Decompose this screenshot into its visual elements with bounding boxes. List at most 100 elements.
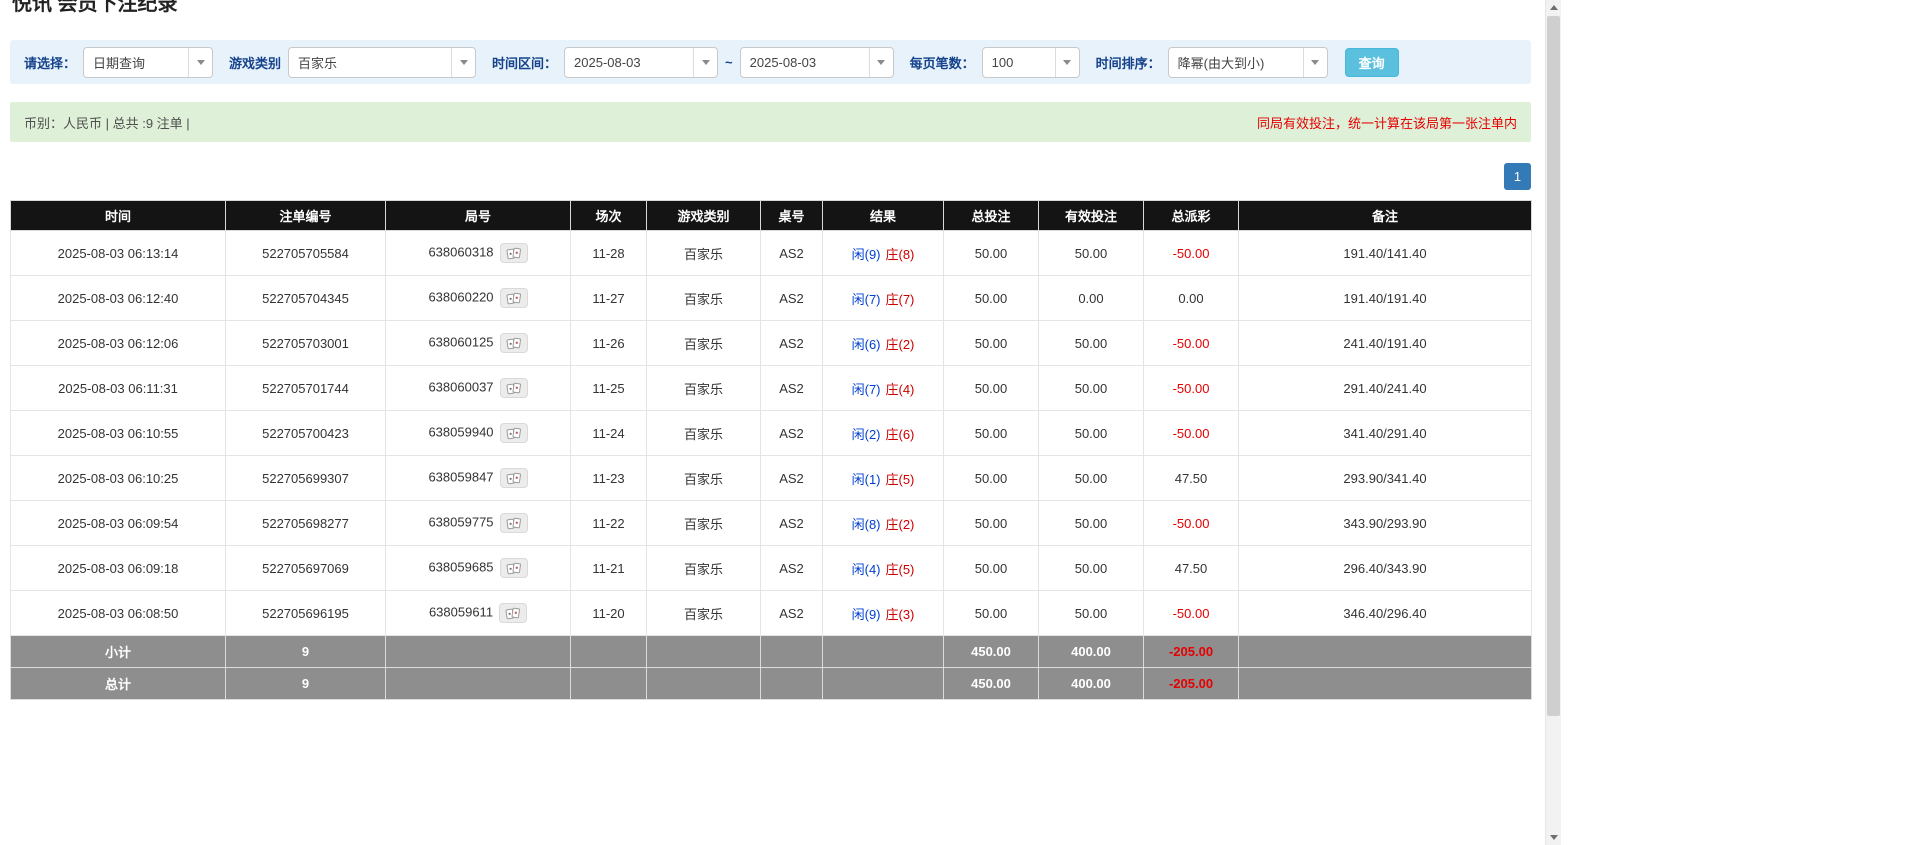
cards-icon <box>506 562 521 575</box>
cell-bet-id: 522705696195 <box>225 590 386 636</box>
date-from-select[interactable]: 2025-08-03 <box>564 46 719 78</box>
view-cards-button[interactable] <box>499 243 528 263</box>
page-size-label: 每页笔数： <box>909 55 975 71</box>
cell-result: 闲(1) 庄(5) <box>822 455 944 501</box>
game-type-value: 百家乐 <box>298 55 338 71</box>
cell-total-bet[interactable]: 50.00 <box>943 590 1039 636</box>
view-cards-button[interactable] <box>499 513 528 533</box>
result-player: 闲(9) <box>851 246 881 262</box>
cell-valid-bet: 50.00 <box>1038 410 1144 456</box>
scroll-up-button[interactable] <box>1546 0 1561 15</box>
view-cards-button[interactable] <box>499 603 528 623</box>
table-row: 2025-08-03 06:13:14 522705705584 6380603… <box>10 230 1532 276</box>
cell-total-bet[interactable]: 50.00 <box>943 365 1039 411</box>
round-id: 638060037 <box>428 379 494 395</box>
chevron-down-icon <box>451 47 475 77</box>
view-cards-button[interactable] <box>499 333 528 353</box>
cell-total-bet[interactable]: 50.00 <box>943 500 1039 546</box>
summary-bar: 币别：人民币 | 总共 :9 注单 | 同局有效投注，统一计算在该局第一张注单内 <box>10 102 1531 142</box>
view-cards-button[interactable] <box>499 468 528 488</box>
sort-order-select[interactable]: 降幂(由大到小) <box>1167 46 1328 78</box>
cards-icon <box>506 292 521 305</box>
cell-result: 闲(7) 庄(7) <box>822 275 944 321</box>
round-id: 638060125 <box>428 334 494 350</box>
cell-valid-bet: 0.00 <box>1038 275 1144 321</box>
cell-valid-bet: 50.00 <box>1038 365 1144 411</box>
query-type-select[interactable]: 日期查询 <box>83 46 214 78</box>
cell-total-bet[interactable]: 50.00 <box>943 410 1039 456</box>
cell-result: 闲(9) 庄(3) <box>822 590 944 636</box>
page-container: 悦讯 会员下注纪录 请选择： 日期查询 游戏类别 百家乐 时间区间： 2025-… <box>10 0 1532 700</box>
table-row: 2025-08-03 06:10:25 522705699307 6380598… <box>10 455 1532 501</box>
cell-game-type: 百家乐 <box>646 275 761 321</box>
table-row: 2025-08-03 06:09:54 522705698277 6380597… <box>10 500 1532 546</box>
subtotal-label: 小计 <box>10 635 226 668</box>
table-row: 2025-08-03 06:08:50 522705696195 6380596… <box>10 590 1532 636</box>
view-cards-button[interactable] <box>499 423 528 443</box>
cell-bet-id: 522705700423 <box>225 410 386 456</box>
result-banker: 庄(5) <box>885 471 915 487</box>
column-header: 注单编号 <box>225 200 386 231</box>
total-payout: -205.00 <box>1143 667 1239 700</box>
cell-game-type: 百家乐 <box>646 455 761 501</box>
table-header-row: 时间 注单编号 局号 场次 游戏类别 桌号 结果 总投注 有效投注 总派彩 备注 <box>10 200 1532 231</box>
column-header: 有效投注 <box>1038 200 1144 231</box>
cell-payout: -50.00 <box>1143 230 1239 276</box>
cell-total-bet[interactable]: 50.00 <box>943 455 1039 501</box>
column-header: 场次 <box>570 200 647 231</box>
round-id: 638060318 <box>428 244 494 260</box>
table-row: 2025-08-03 06:12:40 522705704345 6380602… <box>10 275 1532 321</box>
cell-total-bet[interactable]: 50.00 <box>943 230 1039 276</box>
cell-remark: 346.40/296.40 <box>1238 590 1532 636</box>
cell-payout: -50.00 <box>1143 320 1239 366</box>
view-cards-button[interactable] <box>499 288 528 308</box>
date-to-select[interactable]: 2025-08-03 <box>739 46 894 78</box>
cell-bet-id: 522705703001 <box>225 320 386 366</box>
result-player: 闲(2) <box>851 426 881 442</box>
cell-total-bet[interactable]: 50.00 <box>943 545 1039 591</box>
cell-valid-bet: 50.00 <box>1038 230 1144 276</box>
cell-total-bet[interactable]: 50.00 <box>943 320 1039 366</box>
cell-valid-bet: 50.00 <box>1038 500 1144 546</box>
view-cards-button[interactable] <box>499 378 528 398</box>
total-valid-bet: 400.00 <box>1038 667 1144 700</box>
cell-valid-bet: 50.00 <box>1038 455 1144 501</box>
cell-total-bet[interactable]: 50.00 <box>943 275 1039 321</box>
column-header: 桌号 <box>760 200 823 231</box>
cell-result: 闲(6) 庄(2) <box>822 320 944 366</box>
cell-table-id: AS2 <box>760 455 823 501</box>
scrollbar-thumb[interactable] <box>1547 16 1560 716</box>
column-header: 结果 <box>822 200 944 231</box>
cards-icon <box>506 337 521 350</box>
cards-icon <box>506 517 521 530</box>
search-button[interactable]: 查询 <box>1344 47 1399 77</box>
cell-game-type: 百家乐 <box>646 365 761 411</box>
total-count: 9 <box>225 667 386 700</box>
cell-game-type: 百家乐 <box>646 230 761 276</box>
cell-table-id: AS2 <box>760 410 823 456</box>
scroll-down-button[interactable] <box>1546 830 1561 845</box>
cell-payout: -50.00 <box>1143 590 1239 636</box>
view-cards-button[interactable] <box>499 558 528 578</box>
pagination: 1 <box>10 163 1531 190</box>
result-player: 闲(4) <box>851 561 881 577</box>
game-type-select[interactable]: 百家乐 <box>288 46 477 78</box>
page-size-select[interactable]: 100 <box>981 46 1080 78</box>
chevron-down-icon <box>1054 47 1079 77</box>
records-table: 时间 注单编号 局号 场次 游戏类别 桌号 结果 总投注 有效投注 总派彩 备注 2025-08-0… <box>10 200 1532 700</box>
cell-time: 2025-08-03 06:09:54 <box>10 500 226 546</box>
cell-payout: 0.00 <box>1143 275 1239 321</box>
cell-table-id: AS2 <box>760 500 823 546</box>
query-type-value: 日期查询 <box>93 55 146 71</box>
page-button-1[interactable]: 1 <box>1504 163 1531 190</box>
chevron-down-icon <box>1302 47 1327 77</box>
round-id: 638059611 <box>428 604 494 620</box>
vertical-scrollbar[interactable] <box>1545 0 1561 845</box>
column-header: 总投注 <box>943 200 1039 231</box>
result-player: 闲(7) <box>851 291 881 307</box>
cell-result: 闲(2) 庄(6) <box>822 410 944 456</box>
cell-table-id: AS2 <box>760 365 823 411</box>
result-banker: 庄(2) <box>885 336 915 352</box>
cell-game-type: 百家乐 <box>646 500 761 546</box>
subtotal-payout: -205.00 <box>1143 635 1239 668</box>
